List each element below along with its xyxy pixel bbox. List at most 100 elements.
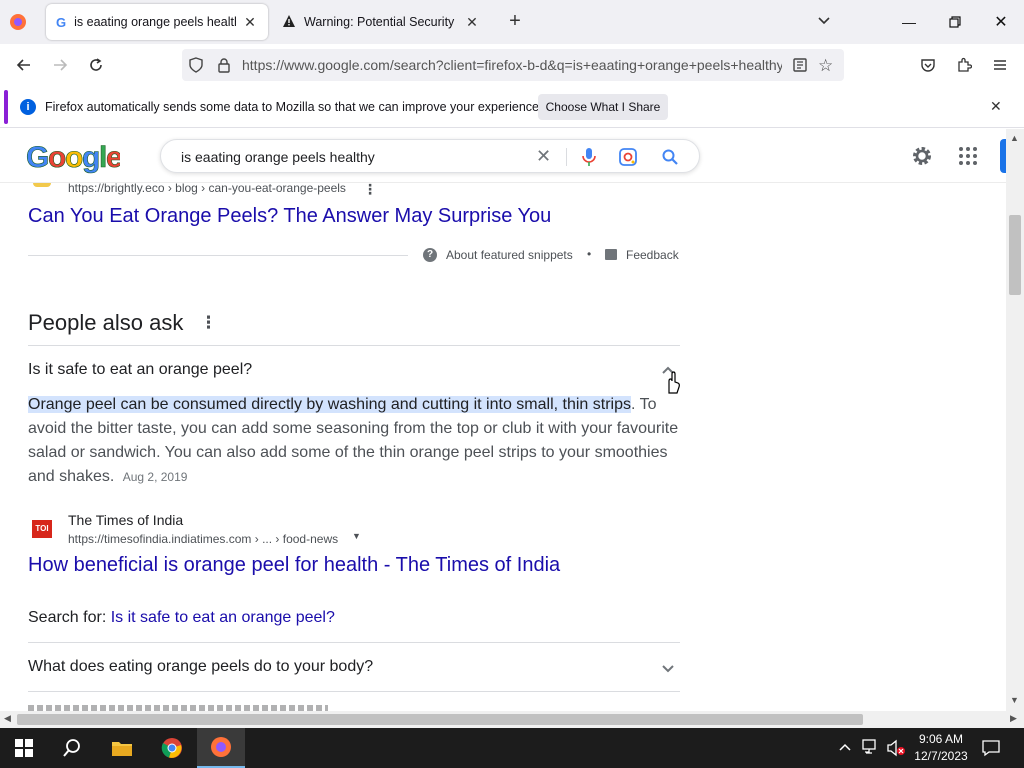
clock-date[interactable]: 12/7/2023 — [912, 749, 970, 763]
search-for-row: Search for: Is it safe to eat an orange … — [28, 609, 335, 627]
lens-search-icon[interactable] — [619, 148, 637, 171]
tab-security-warning[interactable]: Warning: Potential Security Risk ✕ — [272, 4, 490, 40]
google-search-box[interactable]: is eaating orange peels healthy ✕ — [160, 139, 700, 173]
result-breadcrumb[interactable]: https://brightly.eco › blog › can-you-ea… — [68, 183, 346, 195]
extensions-icon[interactable] — [949, 50, 979, 80]
search-results: https://brightly.eco › blog › can-you-ea… — [0, 183, 1006, 711]
search-icon[interactable] — [48, 728, 96, 768]
about-featured-snippets-link[interactable]: About featured snippets — [446, 248, 573, 262]
source-favicon: TOI — [32, 520, 52, 538]
bookmark-star-icon[interactable]: ☆ — [818, 56, 833, 76]
reload-icon[interactable] — [81, 50, 111, 80]
search-query-text[interactable]: is eaating orange peels healthy — [181, 149, 375, 165]
paa-question-expanded[interactable]: Is it safe to eat an orange peel? — [28, 361, 252, 379]
address-bar[interactable]: https://www.google.com/search?client=fir… — [182, 49, 844, 81]
help-icon: ? — [423, 248, 437, 262]
firefox-view-icon[interactable] — [8, 12, 30, 32]
result-favicon — [33, 183, 51, 187]
new-tab-icon[interactable]: + — [504, 10, 526, 32]
vertical-scrollbar[interactable]: ▲ ▼ — [1006, 129, 1024, 711]
horizontal-scrollbar[interactable]: ◀ ▶ — [0, 711, 1024, 728]
notifications-icon[interactable] — [982, 739, 1000, 762]
people-also-ask-heading: People also ask — [28, 310, 184, 335]
close-notification-icon[interactable]: ✕ — [990, 98, 1002, 115]
scrollbar-thumb[interactable] — [1009, 215, 1021, 295]
tab-title: Warning: Potential Security Risk — [304, 15, 458, 29]
source-options-icon[interactable]: ▼ — [352, 531, 361, 541]
source-title-link[interactable]: How beneficial is orange peel for health… — [28, 554, 560, 577]
paa-question-collapsed[interactable]: What does eating orange peels do to your… — [28, 658, 373, 676]
feedback-link[interactable]: Feedback — [626, 248, 679, 262]
clear-search-icon[interactable]: ✕ — [536, 146, 551, 167]
pocket-icon[interactable] — [913, 50, 943, 80]
tab-google-search[interactable]: G is eaating orange peels healthy ✕ — [46, 4, 268, 40]
svg-text:e: e — [106, 141, 120, 174]
google-header: G o o g l e is eaating orange peels heal… — [0, 129, 1006, 183]
search-for-link[interactable]: Is it safe to eat an orange peel? — [111, 609, 335, 626]
paa-answer: Orange peel can be consumed directly by … — [28, 393, 680, 489]
file-explorer-icon[interactable] — [98, 728, 146, 768]
tab-title: is eaating orange peels healthy — [74, 15, 236, 29]
scrollbar-thumb[interactable] — [17, 714, 863, 725]
show-hidden-icons-icon[interactable] — [838, 740, 852, 759]
paa-options-icon[interactable]: ⋮ — [200, 313, 217, 333]
choose-what-i-share-button[interactable]: Choose What I Share — [538, 94, 668, 120]
back-icon[interactable] — [9, 50, 39, 80]
settings-gear-icon[interactable] — [910, 144, 934, 173]
minimize-icon[interactable]: — — [886, 0, 932, 44]
google-g-icon: G — [56, 14, 67, 30]
svg-text:o: o — [48, 141, 66, 174]
source-name[interactable]: The Times of India — [68, 512, 183, 528]
result-options-icon[interactable]: ⋮ — [363, 183, 377, 198]
answer-highlight: Orange peel can be consumed directly by … — [28, 396, 631, 413]
forward-icon[interactable] — [45, 50, 75, 80]
google-apps-icon[interactable] — [958, 146, 978, 171]
search-submit-icon[interactable] — [661, 148, 679, 171]
paa-divider — [28, 642, 680, 643]
network-icon[interactable] — [862, 739, 880, 760]
data-collection-notification: i Firefox automatically sends some data … — [0, 86, 1024, 128]
lock-icon[interactable] — [216, 57, 232, 76]
svg-text:g: g — [82, 141, 100, 174]
google-doodle-logo[interactable]: G o o g l e — [24, 139, 123, 175]
result-title-link[interactable]: Can You Eat Orange Peels? The Answer May… — [28, 205, 551, 228]
navigation-toolbar: https://www.google.com/search?client=fir… — [0, 44, 1024, 86]
tab-strip: G is eaating orange peels healthy ✕ Warn… — [0, 0, 1024, 44]
snippet-divider — [28, 255, 408, 256]
svg-text:o: o — [65, 141, 83, 174]
notification-accent — [4, 90, 8, 124]
voice-search-icon[interactable] — [581, 147, 597, 172]
paa-divider — [28, 345, 680, 346]
bullet-separator: • — [587, 247, 592, 261]
clock-time[interactable]: 9:06 AM — [912, 732, 970, 746]
windows-start-icon[interactable] — [0, 728, 48, 768]
tab-close-icon[interactable]: ✕ — [242, 14, 258, 31]
close-window-icon[interactable]: ✕ — [978, 0, 1024, 44]
restore-icon[interactable] — [932, 0, 978, 44]
notification-message: Firefox automatically sends some data to… — [45, 100, 543, 114]
firefox-taskbar-icon[interactable] — [197, 728, 245, 768]
feedback-icon — [605, 249, 617, 260]
search-for-label: Search for: — [28, 609, 107, 626]
chrome-icon[interactable] — [148, 728, 196, 768]
warning-icon — [282, 14, 296, 31]
paa-divider — [28, 691, 680, 692]
info-icon: i — [20, 99, 36, 115]
scroll-left-arrow-icon[interactable]: ◀ — [4, 713, 11, 724]
scroll-right-arrow-icon[interactable]: ▶ — [1010, 713, 1017, 724]
search-divider — [566, 148, 567, 166]
scroll-down-arrow-icon[interactable]: ▼ — [1010, 695, 1019, 705]
list-all-tabs-icon[interactable] — [816, 12, 836, 32]
source-breadcrumb[interactable]: https://timesofindia.indiatimes.com › ..… — [68, 532, 338, 546]
svg-text:G: G — [26, 141, 49, 174]
reader-view-icon[interactable] — [792, 57, 808, 76]
chevron-down-icon[interactable] — [660, 662, 676, 680]
answer-date: Aug 2, 2019 — [122, 470, 188, 484]
windows-taskbar: 9:06 AM 12/7/2023 — [0, 728, 1024, 768]
tab-close-icon[interactable]: ✕ — [464, 14, 480, 31]
url-text: https://www.google.com/search?client=fir… — [242, 57, 782, 73]
scroll-up-arrow-icon[interactable]: ▲ — [1010, 133, 1019, 143]
tracking-protection-shield-icon[interactable] — [188, 57, 204, 76]
app-menu-icon[interactable] — [985, 50, 1015, 80]
volume-muted-icon[interactable] — [886, 739, 906, 762]
